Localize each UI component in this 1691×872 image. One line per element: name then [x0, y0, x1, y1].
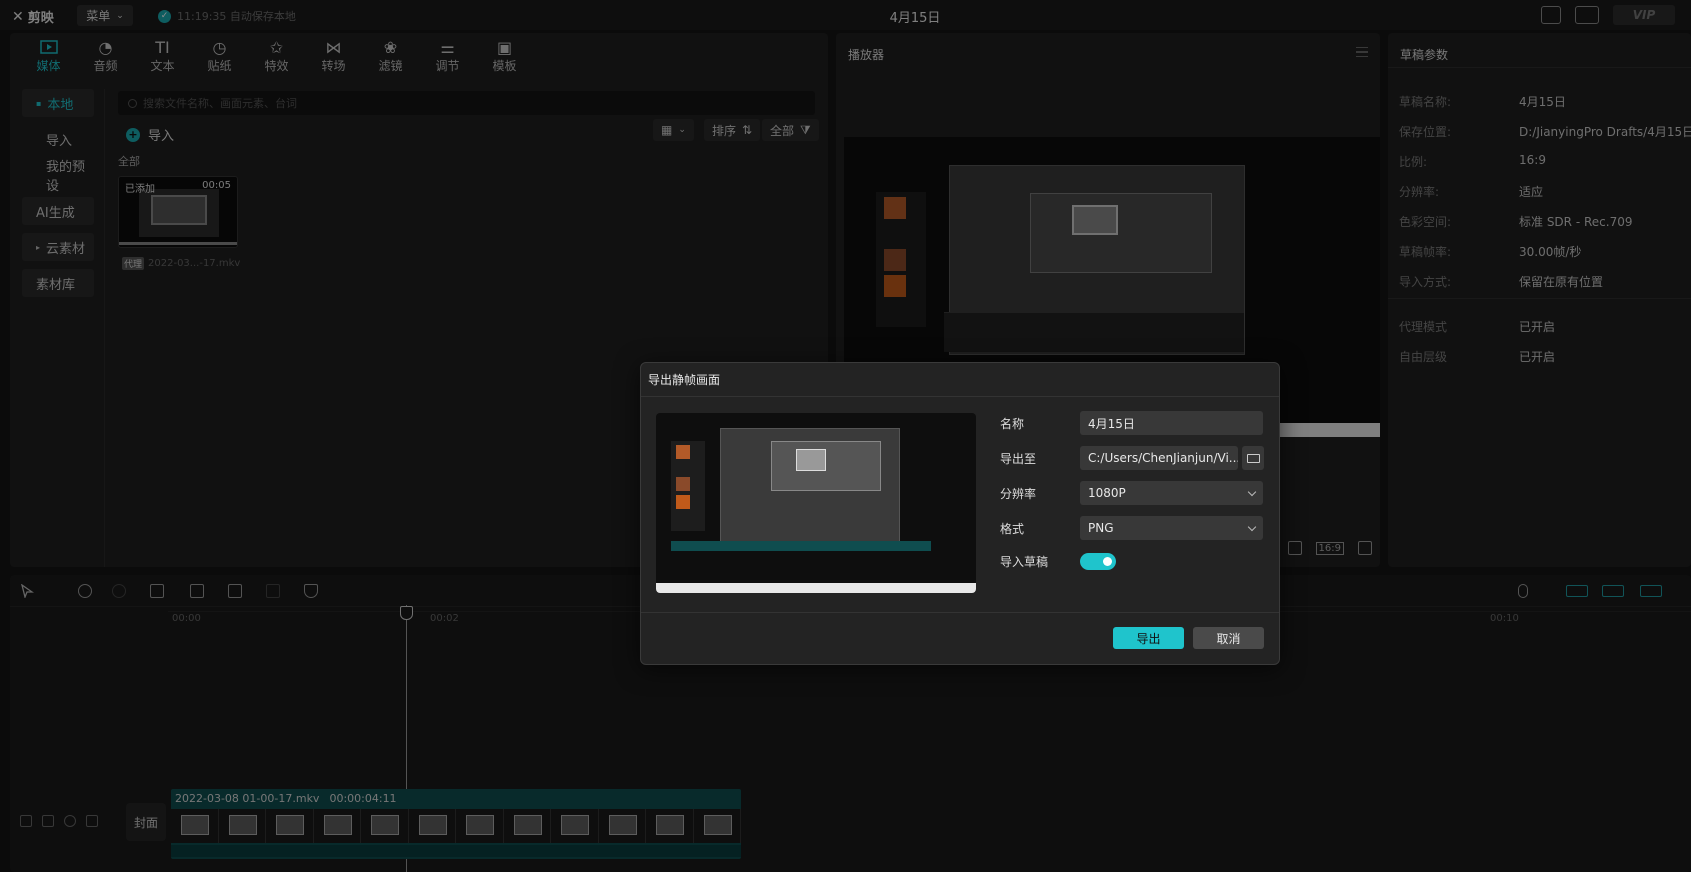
preview-block	[676, 495, 690, 509]
folder-icon	[1246, 453, 1260, 463]
path-field-row: 导出至 C:/Users/ChenJianjun/Vi...	[1000, 446, 1264, 470]
path-value: C:/Users/ChenJianjun/Vi...	[1088, 451, 1238, 465]
import-draft-row: 导入草稿	[1000, 553, 1116, 570]
preview-taskbar	[656, 583, 976, 593]
dialog-divider	[641, 612, 1279, 613]
format-field-row: 格式 PNG	[1000, 516, 1263, 540]
preview-window-inner	[771, 441, 881, 491]
chevron-down-icon	[1247, 487, 1257, 496]
dialog-preview	[656, 413, 976, 593]
resolution-label: 分辨率	[1000, 486, 1037, 501]
preview-track	[671, 541, 931, 551]
resolution-select[interactable]: 1080P	[1080, 481, 1263, 505]
name-value: 4月15日	[1088, 416, 1135, 431]
export-button[interactable]: 导出	[1113, 627, 1184, 649]
resolution-field-row: 分辨率 1080P	[1000, 481, 1263, 505]
path-label: 导出至	[1000, 451, 1037, 466]
dialog-title: 导出静帧画面	[641, 363, 1279, 397]
resolution-value: 1080P	[1088, 486, 1126, 500]
preview-block	[676, 445, 690, 459]
name-label: 名称	[1000, 416, 1025, 431]
format-label: 格式	[1000, 521, 1025, 536]
format-select[interactable]: PNG	[1080, 516, 1263, 540]
preview-block	[676, 477, 690, 491]
import-draft-toggle[interactable]	[1080, 553, 1116, 570]
format-value: PNG	[1088, 521, 1114, 535]
browse-folder-button[interactable]	[1242, 446, 1264, 470]
export-frame-dialog: 导出静帧画面 名称 4月15日 导出至 C:/Users/ChenJianjun…	[640, 362, 1280, 665]
chevron-down-icon	[1247, 522, 1257, 531]
name-field-row: 名称 4月15日	[1000, 411, 1263, 435]
name-input[interactable]: 4月15日	[1080, 411, 1263, 435]
preview-window-core	[796, 449, 826, 471]
path-input[interactable]: C:/Users/ChenJianjun/Vi...	[1080, 446, 1238, 470]
import-draft-label: 导入草稿	[1000, 555, 1049, 569]
cancel-button[interactable]: 取消	[1193, 627, 1264, 649]
